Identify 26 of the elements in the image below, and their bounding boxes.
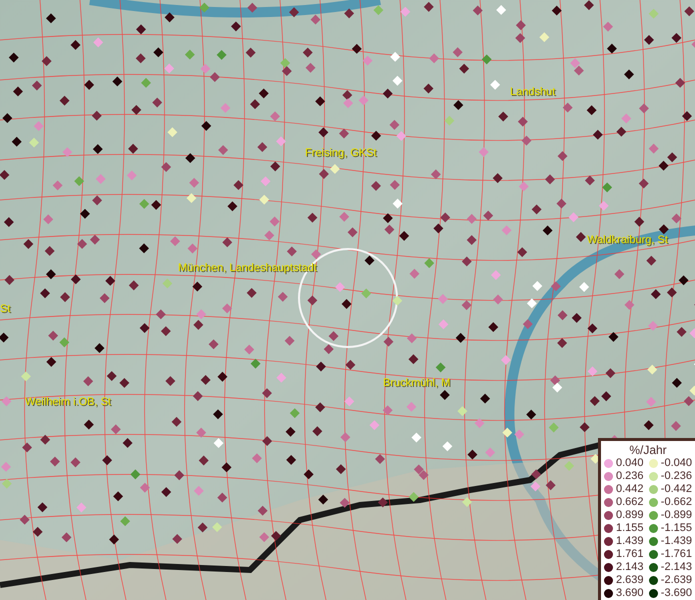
legend-label: 0.899 (616, 509, 644, 522)
legend-label: 0.442 (616, 483, 644, 496)
legend-label: 1.761 (616, 548, 644, 561)
place-label: München, Landeshauptstadt (178, 262, 317, 274)
legend-label: -2.639 (660, 574, 692, 587)
legend-label: -0.662 (660, 496, 692, 509)
legend-label: -0.236 (660, 470, 692, 483)
legend-label: -0.040 (660, 457, 692, 470)
legend-label: -3.690 (660, 587, 692, 600)
legend-label: 2.639 (616, 574, 644, 587)
legend-label: 3.690 (616, 587, 644, 600)
legend-title: %/Jahr (628, 443, 668, 457)
legend-label: -1.439 (660, 535, 692, 548)
place-label: Bruckmühl, M (383, 377, 450, 389)
legend-label: -2.143 (660, 561, 692, 574)
legend-label: 0.040 (616, 457, 644, 470)
legend-label: -1.761 (660, 548, 692, 561)
legend-label: -0.899 (660, 509, 692, 522)
legend-label: 0.662 (616, 496, 644, 509)
legend-label: -1.155 (660, 522, 692, 535)
legend-label: 2.143 (616, 561, 644, 574)
legend-label: 1.155 (616, 522, 644, 535)
legend-label: 0.236 (616, 470, 644, 483)
legend-label: -0.442 (660, 483, 692, 496)
legend-label: 1.439 (616, 535, 644, 548)
place-label: St (0, 303, 10, 315)
